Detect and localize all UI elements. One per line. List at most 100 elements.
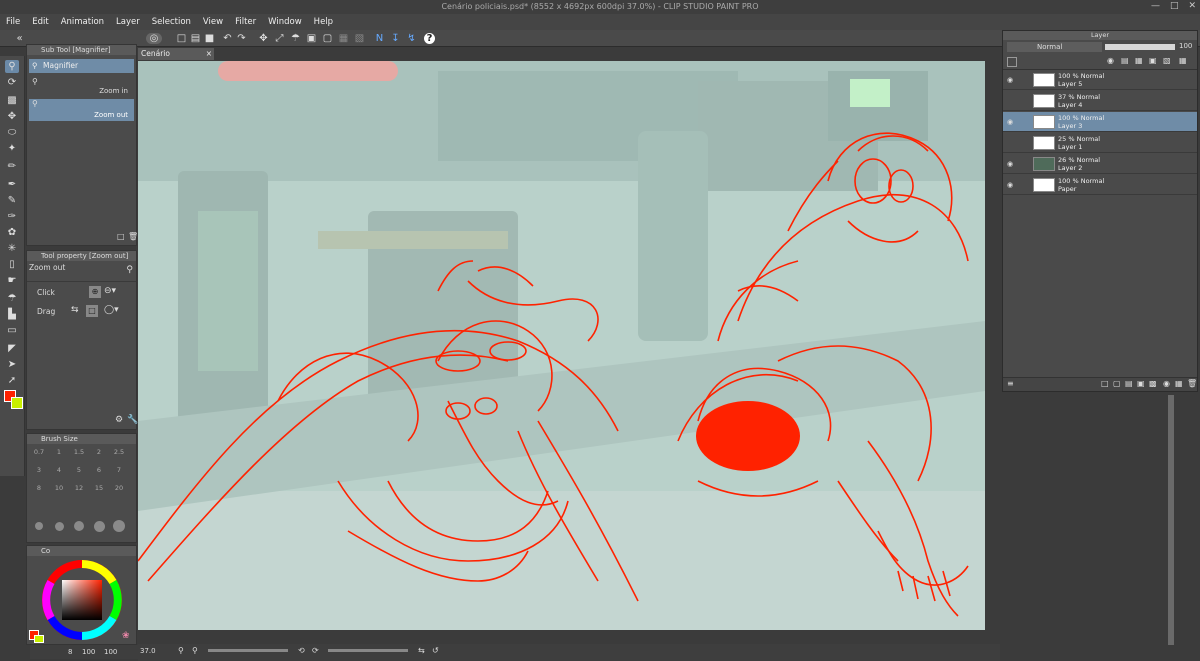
figure-tool-icon[interactable]: ▭: [5, 324, 19, 337]
rotate-right-icon[interactable]: ⟳: [312, 646, 319, 655]
layer-settings-icon[interactable]: ▦: [1175, 379, 1183, 388]
eyedropper-tool-icon[interactable]: ✏: [5, 160, 19, 173]
rotate-tool-icon[interactable]: ⟳: [5, 76, 19, 89]
drawing-canvas[interactable]: [138, 61, 985, 630]
snap-grid-icon[interactable]: ↧: [390, 33, 401, 44]
operation-tool-icon[interactable]: ▩: [5, 94, 19, 107]
eye-icon[interactable]: ◉: [1007, 76, 1015, 84]
tab-close-icon[interactable]: ×: [206, 48, 212, 60]
sub-color-chip[interactable]: [34, 635, 44, 643]
decoration-tool-icon[interactable]: ✳: [5, 242, 19, 255]
text-tool-icon[interactable]: ➤: [5, 358, 19, 371]
opacity-slider[interactable]: [1105, 44, 1175, 50]
frame-border-tool-icon[interactable]: ◤: [5, 342, 19, 355]
brush-size-option[interactable]: 0.7: [31, 448, 47, 456]
collapse-left-icon[interactable]: «: [14, 33, 25, 44]
drag-option-2-icon[interactable]: □: [86, 305, 98, 317]
brush-size-option[interactable]: 4: [51, 466, 67, 474]
brush-size-preview-dot[interactable]: [74, 521, 84, 531]
fill-tool-icon[interactable]: ☂: [5, 292, 19, 305]
merge-icon[interactable]: ▩: [1149, 379, 1157, 388]
open-file-icon[interactable]: ▤: [190, 33, 201, 44]
eye-icon[interactable]: ◉: [1007, 160, 1015, 168]
zoom-level[interactable]: 37.0: [140, 647, 156, 655]
clip-studio-icon[interactable]: ◎: [146, 33, 162, 44]
snap-ruler-icon[interactable]: N: [374, 33, 385, 44]
brush-size-option[interactable]: 20: [111, 484, 127, 492]
mask-icon[interactable]: ◉: [1107, 56, 1114, 65]
brush-size-option[interactable]: 3: [31, 466, 47, 474]
zoom-out-status-icon[interactable]: ⚲: [178, 646, 184, 655]
layer-row[interactable]: ◉ 100 % Normal Layer 3: [1003, 112, 1197, 132]
alpha-lock-icon[interactable]: ▧: [1163, 56, 1171, 65]
brush-size-preview-dot[interactable]: [54, 521, 64, 531]
brush-size-option[interactable]: 2: [91, 448, 107, 456]
new-raster-layer-icon[interactable]: □: [1101, 379, 1109, 388]
zoom-in-click-toggle[interactable]: ⊕: [89, 286, 101, 298]
eye-icon[interactable]: ◉: [1007, 118, 1015, 126]
blend-mode-select[interactable]: Normal: [1007, 42, 1102, 52]
clear-icon[interactable]: ▢: [322, 33, 333, 44]
layer-row[interactable]: 25 % Normal Layer 1: [1003, 133, 1197, 153]
airbrush-tool-icon[interactable]: ✿: [5, 226, 19, 239]
fill-icon[interactable]: ☂: [290, 33, 301, 44]
brush-size-preview-dot[interactable]: [35, 522, 43, 530]
layer-color-icon[interactable]: [1007, 57, 1017, 67]
lock-icon[interactable]: ▣: [1149, 56, 1157, 65]
layer-row[interactable]: ◉ 100 % Normal Paper: [1003, 175, 1197, 195]
zoom-out-click-option[interactable]: ⊖▾: [104, 286, 116, 296]
snap-special-ruler-icon[interactable]: ↯: [406, 33, 417, 44]
sub-tool-group-magnifier[interactable]: ⚲ Magnifier: [29, 59, 134, 73]
delete-layer-icon[interactable]: 🗑: [1187, 379, 1197, 388]
layer-row[interactable]: ◉ 26 % Normal Layer 2: [1003, 154, 1197, 174]
rotate-left-icon[interactable]: ⟲: [298, 646, 305, 655]
grid-icon[interactable]: ▦: [1179, 56, 1187, 65]
eraser-tool-icon[interactable]: ▯: [5, 258, 19, 271]
zoom-slider[interactable]: [208, 649, 288, 652]
save-icon[interactable]: ■: [204, 33, 215, 44]
menu-animation[interactable]: Animation: [61, 17, 104, 27]
delete-sub-tool-icon[interactable]: 🗑: [128, 232, 138, 241]
drag-option-1-icon[interactable]: ⇆: [71, 305, 79, 315]
brush-size-option[interactable]: 5: [71, 466, 87, 474]
menu-window[interactable]: Window: [268, 17, 302, 27]
blend-tool-icon[interactable]: ☛: [5, 274, 19, 287]
move-layer-tool-icon[interactable]: ✥: [5, 110, 19, 123]
help-icon[interactable]: ?: [424, 33, 435, 44]
search-icon[interactable]: ⚲: [126, 263, 133, 277]
lasso-tool-icon[interactable]: ⬭: [5, 126, 19, 139]
brush-size-option[interactable]: 10: [51, 484, 67, 492]
sub-tool-item-zoom-in[interactable]: ⚲ Zoom in: [29, 77, 134, 97]
menu-file[interactable]: File: [6, 17, 20, 27]
menu-help[interactable]: Help: [314, 17, 333, 27]
brush-size-option[interactable]: 6: [91, 466, 107, 474]
brush-size-option[interactable]: 1: [51, 448, 67, 456]
magnifier-tool-icon[interactable]: ⚲: [5, 60, 19, 73]
pen-tool-icon[interactable]: ✒: [5, 178, 19, 191]
brush-size-option[interactable]: 15: [91, 484, 107, 492]
brush-tool-icon[interactable]: ✑: [5, 210, 19, 223]
deselect-icon[interactable]: ▧: [354, 33, 365, 44]
zoom-in-status-icon[interactable]: ⚲: [192, 646, 198, 655]
layer-row[interactable]: ◉ 100 % Normal Layer 5: [1003, 70, 1197, 90]
vertical-scrollbar[interactable]: [1168, 395, 1174, 645]
brush-size-option[interactable]: 12: [71, 484, 87, 492]
settings-icon[interactable]: ⚙: [115, 415, 123, 425]
wrench-icon[interactable]: 🔧: [127, 415, 138, 425]
clip-icon[interactable]: ▤: [1121, 56, 1129, 65]
brush-size-option[interactable]: 8: [31, 484, 47, 492]
menu-filter[interactable]: Filter: [235, 17, 256, 27]
rotate-slider[interactable]: [328, 649, 408, 652]
new-folder-icon[interactable]: ▤: [1125, 379, 1133, 388]
add-sub-tool-icon[interactable]: □: [117, 232, 125, 241]
brush-size-option[interactable]: 2.5: [111, 448, 127, 456]
brush-size-option[interactable]: 7: [111, 466, 127, 474]
sub-tool-item-zoom-out[interactable]: ⚲ Zoom out: [29, 99, 134, 121]
drag-option-3-icon[interactable]: ◯▾: [104, 305, 119, 315]
gradient-tool-icon[interactable]: ▙: [5, 308, 19, 321]
reset-view-icon[interactable]: ↺: [432, 646, 439, 655]
ref-layer-icon[interactable]: ▦: [1135, 56, 1143, 65]
color-palette-icon[interactable]: ❀: [122, 631, 130, 641]
transfer-down-icon[interactable]: ▣: [1137, 379, 1145, 388]
minimize-icon[interactable]: —: [1151, 0, 1160, 13]
